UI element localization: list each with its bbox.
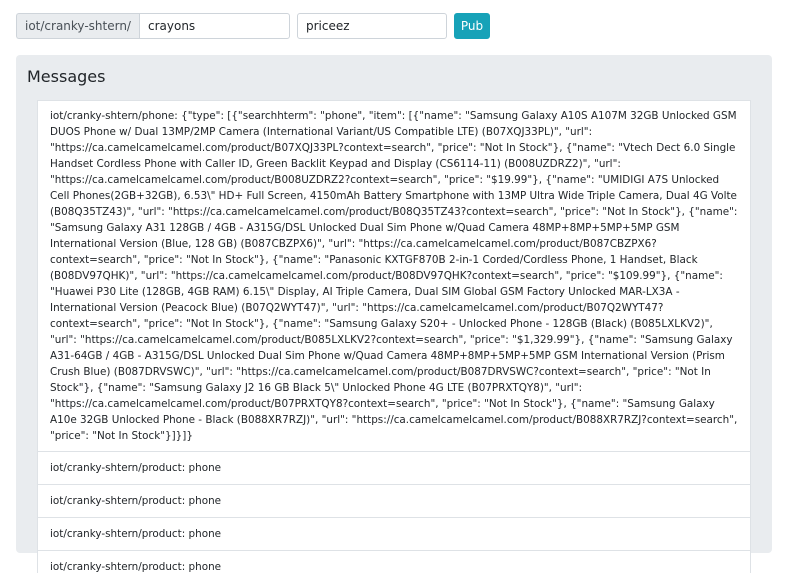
payload-input[interactable]	[296, 13, 447, 39]
messages-card: Messages iot/cranky-shtern/phone: {"type…	[16, 55, 772, 573]
message-item: iot/cranky-shtern/product: phone	[37, 485, 751, 518]
publish-bar: iot/cranky-shtern/ Pub	[16, 13, 490, 39]
message-item: iot/cranky-shtern/product: phone	[37, 452, 751, 485]
topic-input[interactable]	[138, 13, 290, 39]
message-list: iot/cranky-shtern/phone: {"type": [{"sea…	[37, 100, 751, 573]
mqtt-client-page: iot/cranky-shtern/ Pub Messages iot/cran…	[0, 0, 802, 573]
message-item: iot/cranky-shtern/phone: {"type": [{"sea…	[37, 100, 751, 452]
messages-title: Messages	[27, 67, 106, 86]
topic-prefix-label: iot/cranky-shtern/	[16, 13, 139, 39]
publish-button[interactable]: Pub	[453, 13, 490, 39]
topic-input-group: iot/cranky-shtern/	[16, 13, 290, 39]
message-item: iot/cranky-shtern/product: phone	[37, 518, 751, 551]
message-item: iot/cranky-shtern/product: phone	[37, 551, 751, 573]
